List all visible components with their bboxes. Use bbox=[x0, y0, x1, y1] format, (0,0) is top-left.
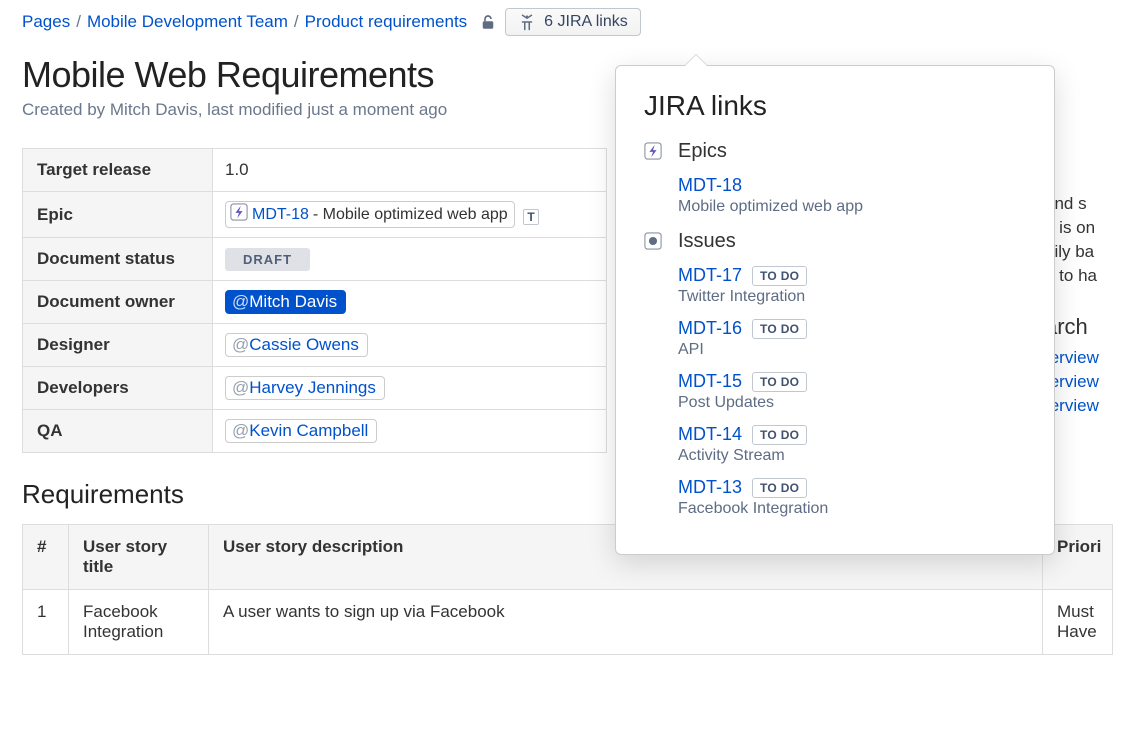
status-badge: TO DO bbox=[752, 266, 807, 286]
issue-summary: Facebook Integration bbox=[678, 500, 1026, 518]
at-symbol: @ bbox=[232, 378, 249, 398]
popover-issue-item: MDT-15 TO DO Post Updates bbox=[678, 371, 1026, 412]
metadata-row: Developers @Harvey Jennings bbox=[23, 367, 607, 410]
mention-name: Cassie Owens bbox=[249, 335, 359, 355]
status-badge: TO DO bbox=[752, 478, 807, 498]
issues-label: Issues bbox=[678, 230, 736, 253]
user-mention[interactable]: @Kevin Campbell bbox=[225, 419, 377, 443]
popover-issue-item: MDT-13 TO DO Facebook Integration bbox=[678, 477, 1026, 518]
popover-issues-section: Issues bbox=[644, 230, 1026, 261]
epics-label: Epics bbox=[678, 140, 727, 163]
side-link[interactable]: terview bbox=[1045, 396, 1135, 416]
req-col-title: User story title bbox=[69, 525, 209, 590]
issue-summary: Activity Stream bbox=[678, 447, 1026, 465]
user-mention[interactable]: @Cassie Owens bbox=[225, 333, 368, 357]
mention-name: Kevin Campbell bbox=[249, 421, 368, 441]
metadata-label: QA bbox=[23, 410, 213, 453]
status-badge: TO DO bbox=[752, 319, 807, 339]
metadata-value: @Cassie Owens bbox=[213, 324, 607, 367]
issue-summary: Post Updates bbox=[678, 394, 1026, 412]
mention-name: Harvey Jennings bbox=[249, 378, 376, 398]
side-text: d to ha bbox=[1045, 266, 1135, 286]
side-link[interactable]: terview bbox=[1045, 372, 1135, 392]
popover-issue-item: MDT-14 TO DO Activity Stream bbox=[678, 424, 1026, 465]
epic-icon bbox=[644, 140, 666, 171]
top-row: Pages / Mobile Development Team / Produc… bbox=[22, 8, 1113, 36]
breadcrumb-item[interactable]: Product requirements bbox=[305, 13, 468, 32]
popover-epics-section: Epics bbox=[644, 140, 1026, 171]
jira-links-popover: JIRA links Epics MDT-18 Mobile optimized … bbox=[615, 65, 1055, 555]
metadata-row: Target release1.0 bbox=[23, 149, 607, 192]
side-heading: arch bbox=[1045, 314, 1135, 340]
metadata-row: Document owner @Mitch Davis bbox=[23, 281, 607, 324]
metadata-value: @Mitch Davis bbox=[213, 281, 607, 324]
metadata-row: Document status DRAFT bbox=[23, 238, 607, 281]
table-row: 1Facebook IntegrationA user wants to sig… bbox=[23, 590, 1113, 655]
issue-key-link[interactable]: MDT-14 bbox=[678, 424, 742, 445]
metadata-value: @Harvey Jennings bbox=[213, 367, 607, 410]
metadata-value: @Kevin Campbell bbox=[213, 410, 607, 453]
side-link[interactable]: terview bbox=[1045, 348, 1135, 368]
at-symbol: @ bbox=[232, 421, 249, 441]
metadata-label: Target release bbox=[23, 149, 213, 192]
user-mention[interactable]: @Harvey Jennings bbox=[225, 376, 385, 400]
side-text: e is on bbox=[1045, 218, 1135, 238]
metadata-label: Document owner bbox=[23, 281, 213, 324]
metadata-value: 1.0 bbox=[213, 149, 607, 192]
at-symbol: @ bbox=[232, 292, 249, 312]
popover-title: JIRA links bbox=[644, 90, 1026, 122]
side-text: and s bbox=[1045, 194, 1135, 214]
metadata-value: MDT-18 - Mobile optimized web app T bbox=[213, 192, 607, 238]
metadata-label: Developers bbox=[23, 367, 213, 410]
user-mention[interactable]: @Mitch Davis bbox=[225, 290, 346, 314]
breadcrumb-separator: / bbox=[76, 13, 81, 32]
issue-key-link[interactable]: MDT-13 bbox=[678, 477, 742, 498]
status-badge: TO DO bbox=[752, 372, 807, 392]
issue-summary: Twitter Integration bbox=[678, 288, 1026, 306]
metadata-label: Designer bbox=[23, 324, 213, 367]
issue-summary: API bbox=[678, 341, 1026, 359]
mention-name: Mitch Davis bbox=[249, 292, 337, 312]
req-title: Facebook Integration bbox=[69, 590, 209, 655]
breadcrumb-item[interactable]: Pages bbox=[22, 13, 70, 32]
epic-pill[interactable]: MDT-18 - Mobile optimized web app bbox=[225, 201, 515, 228]
metadata-table: Target release1.0EpicMDT-18 - Mobile opt… bbox=[22, 148, 607, 453]
status-lozenge: DRAFT bbox=[225, 248, 310, 271]
popover-issue-item: MDT-17 TO DO Twitter Integration bbox=[678, 265, 1026, 306]
epic-key: MDT-18 bbox=[252, 206, 309, 224]
unlock-icon[interactable] bbox=[479, 13, 497, 31]
metadata-label: Document status bbox=[23, 238, 213, 281]
req-col-num: # bbox=[23, 525, 69, 590]
breadcrumb: Pages / Mobile Development Team / Produc… bbox=[22, 13, 467, 32]
metadata-value: DRAFT bbox=[213, 238, 607, 281]
at-symbol: @ bbox=[232, 335, 249, 355]
issue-icon bbox=[644, 230, 666, 261]
metadata-row: EpicMDT-18 - Mobile optimized web app T bbox=[23, 192, 607, 238]
epic-summary: - Mobile optimized web app bbox=[313, 206, 508, 224]
side-text: aily ba bbox=[1045, 242, 1135, 262]
jira-links-button-label: 6 JIRA links bbox=[544, 13, 628, 31]
issue-key-link[interactable]: MDT-18 bbox=[678, 175, 742, 196]
metadata-row: Designer @Cassie Owens bbox=[23, 324, 607, 367]
breadcrumb-item[interactable]: Mobile Development Team bbox=[87, 13, 288, 32]
req-desc: A user wants to sign up via Facebook bbox=[209, 590, 1043, 655]
issue-key-link[interactable]: MDT-15 bbox=[678, 371, 742, 392]
issue-key-link[interactable]: MDT-16 bbox=[678, 318, 742, 339]
breadcrumb-separator: / bbox=[294, 13, 299, 32]
metadata-label: Epic bbox=[23, 192, 213, 238]
jira-links-button[interactable]: 6 JIRA links bbox=[505, 8, 641, 36]
issue-summary: Mobile optimized web app bbox=[678, 198, 1026, 216]
epic-icon bbox=[230, 203, 248, 226]
side-panel-fragment: and s e is on aily ba d to ha arch tervi… bbox=[1045, 190, 1135, 420]
popover-issue-item: MDT-16 TO DO API bbox=[678, 318, 1026, 359]
status-badge: TO DO bbox=[752, 425, 807, 445]
req-num: 1 bbox=[23, 590, 69, 655]
status-abbrev: T bbox=[523, 209, 538, 225]
popover-epic-item: MDT-18 Mobile optimized web app bbox=[678, 175, 1026, 216]
metadata-row: QA @Kevin Campbell bbox=[23, 410, 607, 453]
jira-icon bbox=[518, 13, 536, 31]
req-priority: Must Have bbox=[1043, 590, 1113, 655]
issue-key-link[interactable]: MDT-17 bbox=[678, 265, 742, 286]
